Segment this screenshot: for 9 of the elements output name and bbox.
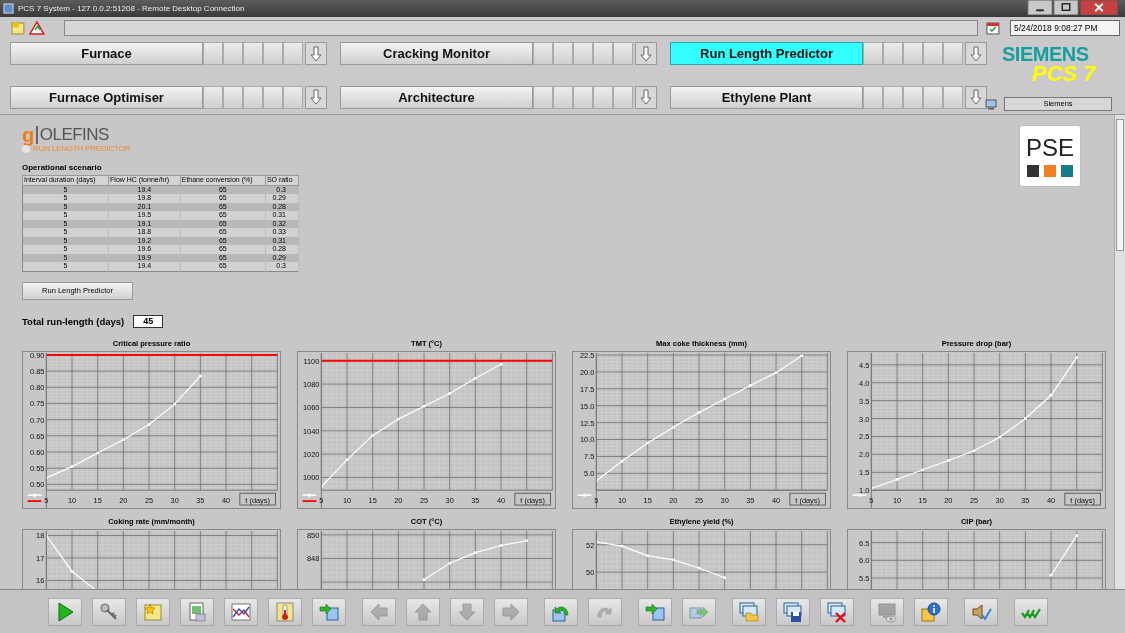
logo-name: OLEFINS xyxy=(39,125,109,145)
partner-logo-text: PSE xyxy=(1026,135,1074,161)
logo-subtitle: RUN LENGTH PREDICTOR xyxy=(33,144,131,153)
logo-mark: g xyxy=(22,125,35,145)
datetime-field: 5/24/2018 9:08:27 PM xyxy=(1009,20,1120,36)
total-label: Total run-length (days) xyxy=(22,315,125,327)
window-title: PCS 7 System - 127.0.0.2:51208 - Remote Desktop Connection xyxy=(18,4,246,13)
total-value-field: 45 xyxy=(133,314,164,328)
section-title: Operational scenario xyxy=(22,163,102,172)
